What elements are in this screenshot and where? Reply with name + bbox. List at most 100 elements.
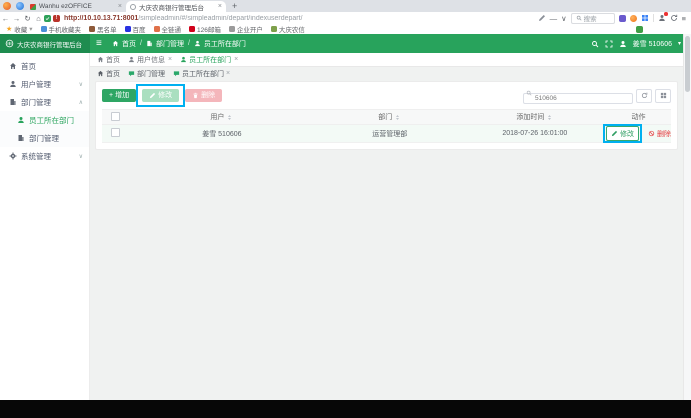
sort-icon[interactable] [394,114,401,121]
navbar-right-tools: 姜雪 510606 ▾ [591,34,681,53]
browser-search-box[interactable]: 搜索 [571,13,615,24]
extension-icon-2[interactable] [630,15,637,22]
sidebar-item-dept-mgmt-sub[interactable]: 部门管理 [0,129,89,147]
bookmark-item[interactable]: 全链通 [154,24,182,34]
data-table: 用户 部门 添加时间 动作 姜雪 510606 运营管理部 2018-07-26… [102,109,671,143]
browser-profile-icon[interactable] [16,2,24,10]
warning-badge-icon[interactable]: ! [53,15,60,22]
search-icon[interactable] [591,40,599,48]
delete-button[interactable]: 删除 [185,89,222,102]
header-actions: 动作 [606,110,671,125]
forward-button[interactable]: → [11,14,22,23]
scrollbar-thumb[interactable] [685,36,690,92]
search-icon [576,15,582,21]
pencil-icon [149,92,156,99]
page-tag-dept-mgmt[interactable]: 部门管理 [128,69,165,79]
select-all-checkbox[interactable] [111,112,120,121]
sidebar-item-user-mgmt[interactable]: 用户管理 ∨ [0,75,89,93]
row-delete-button[interactable]: 删除 [648,129,671,139]
new-tab-button[interactable]: + [232,1,237,11]
building-icon [9,98,17,106]
main-content: 首页 用户信息 × 员工所在部门 × 首页 部门管理 [90,53,683,400]
wanhu-favicon [30,4,36,10]
back-button[interactable]: ← [0,14,11,23]
bookmark-item[interactable]: 企业开户 [229,24,263,34]
app-navbar: 大庆农商银行管理后台 ≡ 首页 / 部门管理 / 员工所在部门 姜雪 51060… [0,34,691,53]
breadcrumb: 首页 / 部门管理 / 员工所在部门 [112,34,246,53]
bookmark-item[interactable]: 百度 [125,24,146,34]
table-search-input[interactable] [523,93,633,104]
tab-home[interactable]: 首页 [97,55,120,65]
apps-grid-icon[interactable] [641,14,649,22]
row-edit-button[interactable]: 修改 [606,126,639,141]
tab-close-icon[interactable]: × [118,3,122,10]
secure-shield-icon[interactable] [44,15,51,22]
refresh-button[interactable] [636,89,652,103]
bookmark-item[interactable]: 大庆农信 [271,24,305,34]
table-header-row: 用户 部门 添加时间 动作 [102,110,671,125]
edit-page-icon[interactable] [538,14,546,22]
bookmark-favicon [154,26,160,32]
chevron-up-icon: ∧ [79,99,83,106]
app-logo[interactable]: 大庆农商银行管理后台 [0,34,90,53]
user-name[interactable]: 姜雪 510606 [633,39,672,49]
bottom-bar [0,400,691,418]
sidebar-item-system-mgmt[interactable]: 系统管理 ∨ [0,147,89,165]
browser-address-bar: ← → ↻ ⌂ ! http://10.10.13.71:8001/simple… [0,12,691,24]
page-tag-home[interactable]: 首页 [97,69,120,79]
sidebar-item-home[interactable]: 首页 [0,57,89,75]
header-user[interactable]: 用户 [128,110,316,125]
sidebar-toggle-icon[interactable]: ≡ [96,34,102,53]
home-button[interactable]: ⌂ [33,14,44,23]
bookmark-item[interactable]: 手机收藏夹 [41,24,82,34]
person-icon [194,40,201,47]
browser-menu-icon[interactable]: ≡ [682,14,686,23]
sidebar-item-employee-dept[interactable]: 员工所在部门 [0,111,89,129]
close-icon[interactable]: × [226,70,230,77]
sort-icon[interactable] [546,114,553,121]
breadcrumb-home[interactable]: 首页 [122,39,136,49]
header-time[interactable]: 添加时间 [464,110,606,125]
fullscreen-icon[interactable] [605,40,613,48]
reload-button[interactable]: ↻ [22,14,33,23]
browser-tab-strip: Wanhu ezOFFICE × 大庆农商银行管理后台 × + [0,0,691,12]
sync-icon[interactable] [670,14,678,22]
sidebar-item-dept-mgmt[interactable]: 部门管理 ∧ [0,93,89,111]
browser-logo-icon[interactable] [3,2,11,10]
browser-tab-admin[interactable]: 大庆农商银行管理后台 × [126,1,226,12]
close-icon[interactable]: × [234,56,238,63]
breadcrumb-dept-mgmt[interactable]: 部门管理 [156,39,184,49]
profile-icon[interactable] [658,14,666,22]
tab-close-icon[interactable]: × [218,3,222,10]
person-icon [9,80,17,88]
row-checkbox[interactable] [111,128,120,137]
bookmark-item[interactable]: 黑名单 [89,24,117,34]
page-tag-employee-dept[interactable]: 员工所在部门 × [173,69,230,79]
page-tabs-row: 首页 用户信息 × 员工所在部门 × [90,53,683,67]
url-host: http://10.10.13.71:8001 [64,15,138,22]
tab-user-info[interactable]: 用户信息 × [128,55,172,65]
header-dept[interactable]: 部门 [316,110,464,125]
bookmark-favorites[interactable]: ★收藏▾ [6,24,33,34]
page-scrollbar[interactable] [683,34,691,400]
minimize-toolbar-icon[interactable]: — [550,14,558,23]
add-button[interactable]: + 增加 [102,89,136,102]
bookmarks-bar-right [636,26,643,33]
chevron-down-icon[interactable]: ∨ [561,14,567,23]
columns-button[interactable] [655,89,671,103]
cell-user: 姜雪 510606 [128,125,316,143]
tab-employee-dept[interactable]: 员工所在部门 × [180,55,238,65]
url-text[interactable]: http://10.10.13.71:8001/simpleadmin/#/si… [64,15,534,22]
bookmark-favicon [189,26,195,32]
close-icon[interactable]: × [168,56,172,63]
bookmark-manager-icon[interactable] [636,26,643,33]
bookmark-item[interactable]: 126邮箱 [189,24,221,34]
sort-icon[interactable] [226,114,233,121]
table-row: 姜雪 510606 运营管理部 2018-07-26 16:01:00 修改 [102,125,671,143]
user-avatar-icon[interactable] [619,40,627,48]
browser-tab-wanhu[interactable]: Wanhu ezOFFICE × [26,1,126,12]
home-icon [97,70,104,77]
edit-button[interactable]: 修改 [142,89,179,102]
caret-down-icon[interactable]: ▾ [678,40,681,47]
extension-icon-1[interactable] [619,15,626,22]
